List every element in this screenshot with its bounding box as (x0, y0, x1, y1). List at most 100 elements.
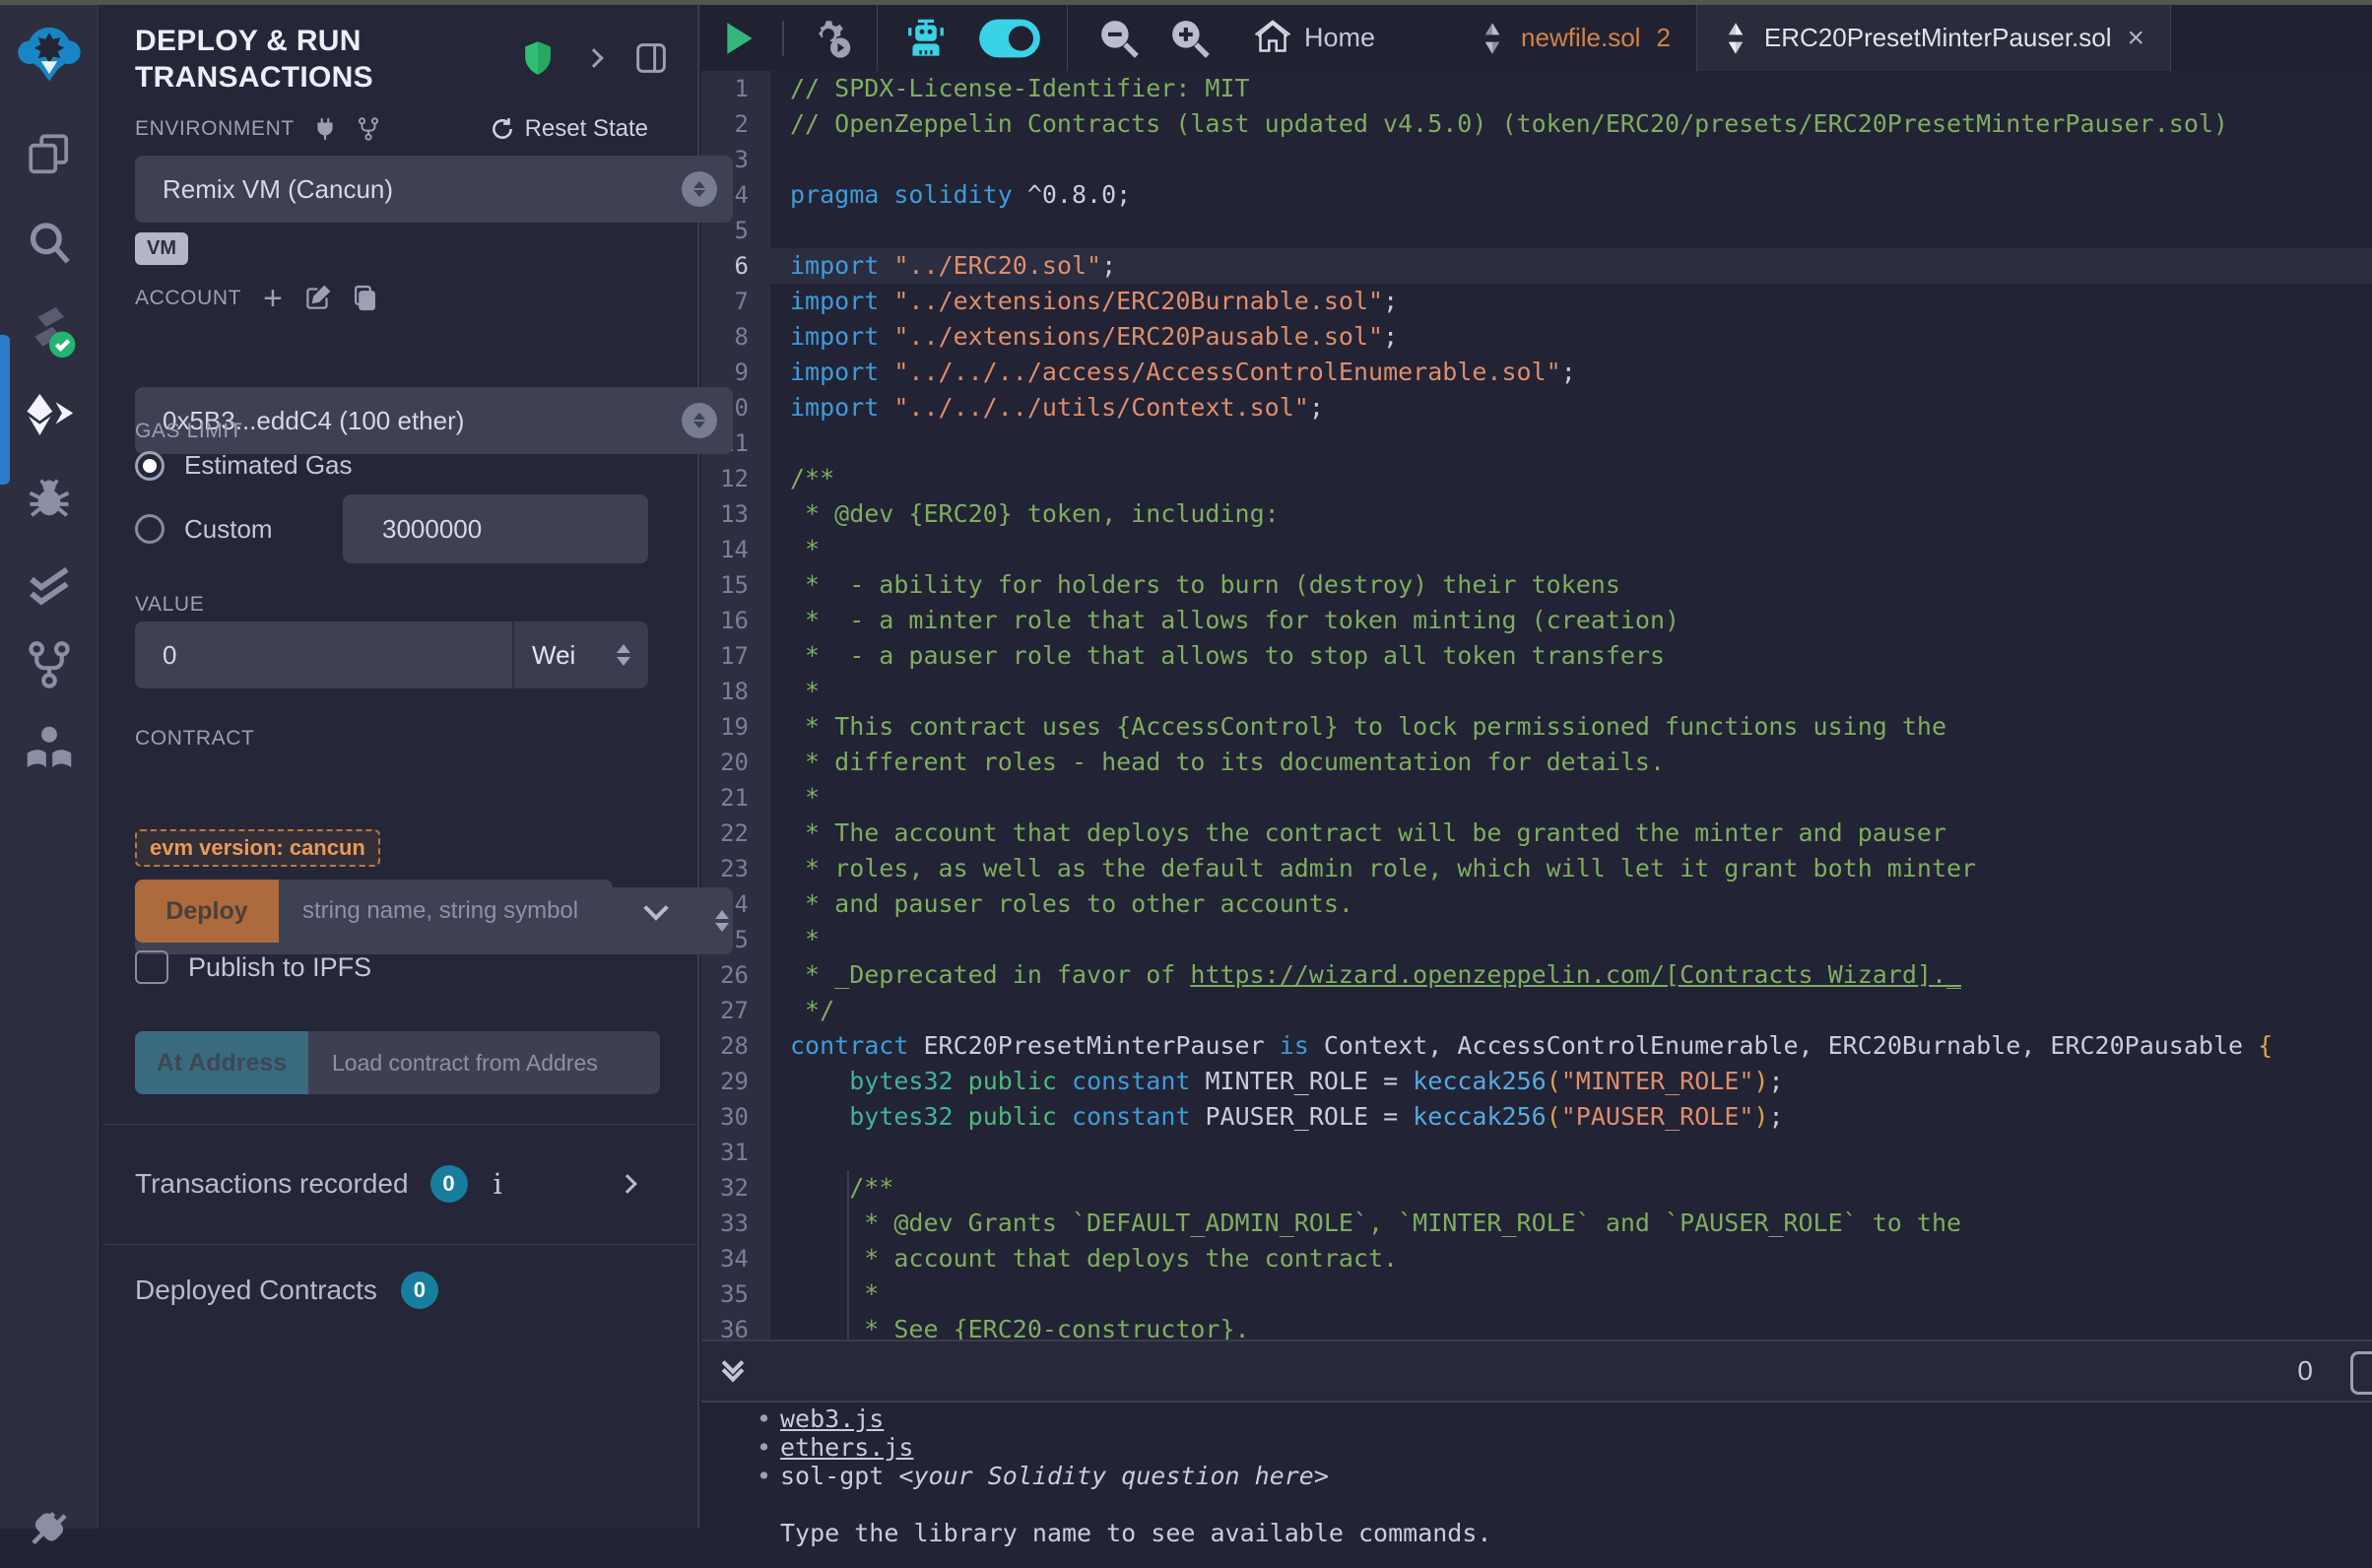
code-line[interactable]: * (770, 780, 2372, 816)
sidebar-item-learneth[interactable] (0, 720, 99, 777)
line-number[interactable]: 17 (701, 638, 770, 674)
line-number[interactable]: 32 (701, 1170, 770, 1206)
constructor-args-input[interactable] (279, 880, 613, 943)
code-line[interactable]: * - ability for holders to burn (destroy… (770, 567, 2372, 603)
line-number[interactable]: 36 (701, 1312, 770, 1339)
at-address-button[interactable]: At Address (135, 1031, 308, 1094)
environment-select[interactable]: Remix VM (Cancun) (135, 156, 733, 223)
line-number[interactable]: 29 (701, 1064, 770, 1099)
ethersjs-link[interactable]: ethers.js (780, 1433, 913, 1462)
line-number[interactable]: 19 (701, 709, 770, 745)
line-number[interactable]: 12 (701, 461, 770, 496)
code-line[interactable]: * @dev {ERC20} token, including: (770, 496, 2372, 532)
code-line[interactable]: contract ERC20PresetMinterPauser is Cont… (770, 1028, 2372, 1064)
line-number[interactable]: 20 (701, 745, 770, 780)
line-number[interactable]: 16 (701, 603, 770, 638)
code-line[interactable]: // SPDX-License-Identifier: MIT (770, 71, 2372, 106)
at-address-input[interactable] (308, 1031, 660, 1094)
terminal-listen-checkbox[interactable] (2350, 1351, 2372, 1395)
sidebar-item-plugin-manager[interactable] (0, 1504, 99, 1559)
code-line[interactable]: * - a minter role that allows for token … (770, 603, 2372, 638)
sidebar-item-solidity-compiler[interactable] (0, 300, 99, 359)
sidebar-item-git[interactable] (0, 637, 99, 692)
tab-close-icon[interactable]: × (2128, 24, 2145, 53)
value-unit-select[interactable]: Wei (512, 621, 648, 688)
code-line[interactable]: import "../../../access/AccessControlEnu… (770, 355, 2372, 390)
line-number[interactable]: 13 (701, 496, 770, 532)
gutter[interactable]: 1234567891011121314151617181920212223242… (701, 71, 770, 1339)
code-line[interactable]: /** (770, 1170, 2372, 1206)
deploy-button[interactable]: Deploy (135, 880, 279, 943)
line-number[interactable]: 33 (701, 1206, 770, 1241)
sidebar-item-file-explorer[interactable] (0, 129, 99, 180)
code-line[interactable] (770, 142, 2372, 177)
code-lines[interactable]: // SPDX-License-Identifier: MIT// OpenZe… (770, 71, 2372, 1339)
line-number[interactable]: 34 (701, 1241, 770, 1276)
line-number[interactable]: 8 (701, 319, 770, 355)
code-line[interactable]: */ (770, 993, 2372, 1028)
sidebar-item-deploy-and-run[interactable] (0, 387, 99, 442)
zoom-in-icon[interactable] (1168, 17, 1212, 60)
code-line[interactable] (770, 425, 2372, 461)
code-line[interactable]: * roles, as well as the default admin ro… (770, 851, 2372, 886)
tab-newfile[interactable]: newfile.sol 2 (1454, 5, 1696, 71)
code-line[interactable]: * (770, 532, 2372, 567)
tab-erc20presetminterpauser[interactable]: ERC20PresetMinterPauser.sol × (1696, 5, 2171, 71)
publish-ipfs-checkbox[interactable] (135, 950, 168, 984)
estimated-gas-radio[interactable] (135, 451, 165, 481)
environment-plug-icon[interactable] (312, 116, 338, 142)
code-line[interactable]: import "../ERC20.sol"; (770, 248, 2372, 284)
transactions-recorded-row[interactable]: Transactions recorded 0 i (135, 1165, 648, 1203)
copilot-toggle-on[interactable] (978, 18, 1041, 59)
transactions-info-icon[interactable]: i (494, 1167, 502, 1201)
code-line[interactable] (770, 213, 2372, 248)
code-line[interactable]: * See {ERC20-constructor}. (770, 1312, 2372, 1339)
line-number[interactable]: 28 (701, 1028, 770, 1064)
line-number[interactable]: 30 (701, 1099, 770, 1135)
code-line[interactable]: import "../extensions/ERC20Burnable.sol"… (770, 284, 2372, 319)
line-number[interactable]: 2 (701, 106, 770, 142)
line-number[interactable]: 27 (701, 993, 770, 1028)
terminal-collapse-double-chevron-icon[interactable] (725, 1363, 741, 1379)
line-number[interactable]: 9 (701, 355, 770, 390)
code-line[interactable]: * (770, 674, 2372, 709)
line-number[interactable]: 26 (701, 957, 770, 993)
remix-logo[interactable] (0, 23, 99, 86)
zoom-out-icon[interactable] (1097, 17, 1141, 60)
tab-home[interactable]: Home (1253, 19, 1375, 58)
code-line[interactable]: import "../../../utils/Context.sol"; (770, 390, 2372, 425)
code-line[interactable]: /** (770, 461, 2372, 496)
code-line[interactable]: * different roles - head to its document… (770, 745, 2372, 780)
web3js-link[interactable]: web3.js (780, 1405, 884, 1433)
value-input[interactable] (135, 621, 512, 688)
ai-assistant-robot-icon[interactable] (903, 16, 949, 61)
reset-state-icon[interactable] (490, 116, 515, 142)
code-line[interactable]: * - a pauser role that allows to stop al… (770, 638, 2372, 674)
sign-message-pencil-icon[interactable] (304, 285, 331, 311)
custom-gas-radio[interactable] (135, 514, 165, 544)
create-account-plus-icon[interactable]: + (263, 288, 283, 309)
code-line[interactable]: * and pauser roles to other accounts. (770, 886, 2372, 922)
code-line[interactable]: * _Deprecated in favor of https://wizard… (770, 957, 2372, 993)
line-number[interactable]: 22 (701, 816, 770, 851)
line-number[interactable]: 1 (701, 71, 770, 106)
line-number[interactable]: 21 (701, 780, 770, 816)
code-editor[interactable]: 1234567891011121314151617181920212223242… (701, 71, 2372, 1339)
compile-settings-gear-icon[interactable] (810, 16, 855, 61)
code-line[interactable]: * account that deploys the contract. (770, 1241, 2372, 1276)
code-line[interactable]: * The account that deploys the contract … (770, 816, 2372, 851)
sidebar-item-static-analysis[interactable] (0, 556, 99, 612)
transactions-expand-chevron-icon[interactable] (618, 1174, 637, 1194)
pin-panel-icon[interactable] (634, 41, 668, 75)
code-line[interactable]: * (770, 1276, 2372, 1312)
code-line[interactable]: bytes32 public constant MINTER_ROLE = ke… (770, 1064, 2372, 1099)
line-number[interactable]: 14 (701, 532, 770, 567)
code-line[interactable]: // OpenZeppelin Contracts (last updated … (770, 106, 2372, 142)
code-line[interactable]: * @dev Grants `DEFAULT_ADMIN_ROLE`, `MIN… (770, 1206, 2372, 1241)
line-number[interactable]: 31 (701, 1135, 770, 1170)
line-number[interactable]: 7 (701, 284, 770, 319)
code-line[interactable]: import "../extensions/ERC20Pausable.sol"… (770, 319, 2372, 355)
custom-gas-input[interactable] (343, 494, 648, 563)
line-number[interactable]: 23 (701, 851, 770, 886)
collapse-panel-chevron-icon[interactable] (584, 48, 604, 68)
